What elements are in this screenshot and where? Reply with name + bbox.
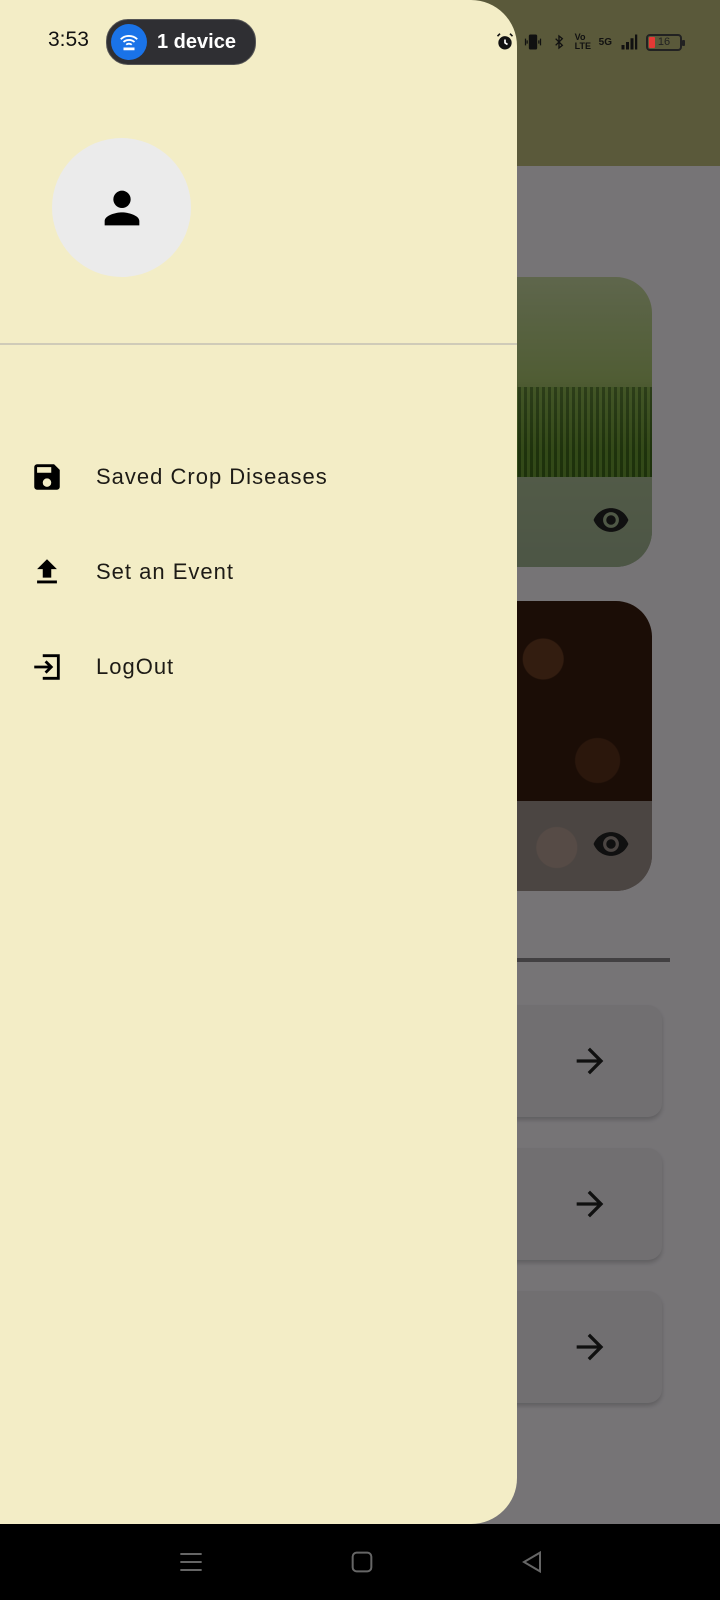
menu-item-logout[interactable]: LogOut	[0, 632, 517, 704]
alarm-icon	[496, 33, 513, 50]
system-nav-bar	[0, 1524, 720, 1600]
battery-level: 16	[657, 35, 671, 48]
menu-item-label: Saved Crop Diseases	[96, 464, 328, 489]
menu-item-label: Set an Event	[96, 559, 234, 584]
upload-icon	[37, 559, 57, 584]
menu-icon[interactable]	[175, 1546, 207, 1578]
menu-item-saved-crop-diseases[interactable]: Saved Crop Diseases	[0, 442, 517, 514]
hotspot-icon	[111, 24, 147, 60]
menu-item-set-an-event[interactable]: Set an Event	[0, 537, 517, 609]
bluetooth-icon	[554, 34, 563, 50]
device-count-label: 1 device	[157, 31, 236, 53]
home-icon[interactable]	[346, 1546, 378, 1578]
navigation-drawer: Saved Crop Diseases Set an Event LogOut	[0, 0, 517, 1524]
logout-icon	[34, 654, 60, 680]
battery-icon: 16	[646, 33, 685, 51]
drawer-divider	[0, 343, 517, 345]
person-icon	[104, 190, 140, 226]
signal-icon	[621, 34, 638, 50]
menu-item-label: LogOut	[96, 654, 175, 679]
network-5g-badge: 5G	[598, 36, 612, 48]
status-time: 3:53	[48, 28, 89, 51]
back-icon[interactable]	[516, 1546, 548, 1578]
status-icons: Vo LTE 5G 16	[495, 30, 685, 54]
volte-badge: Vo LTE	[574, 32, 591, 51]
vibrate-icon	[524, 34, 541, 50]
connected-devices-pill[interactable]: 1 device	[106, 19, 256, 65]
save-icon	[34, 464, 60, 490]
status-bar: 3:53 1 device Vo LTE 5G 16	[0, 0, 720, 82]
avatar[interactable]	[52, 138, 191, 277]
